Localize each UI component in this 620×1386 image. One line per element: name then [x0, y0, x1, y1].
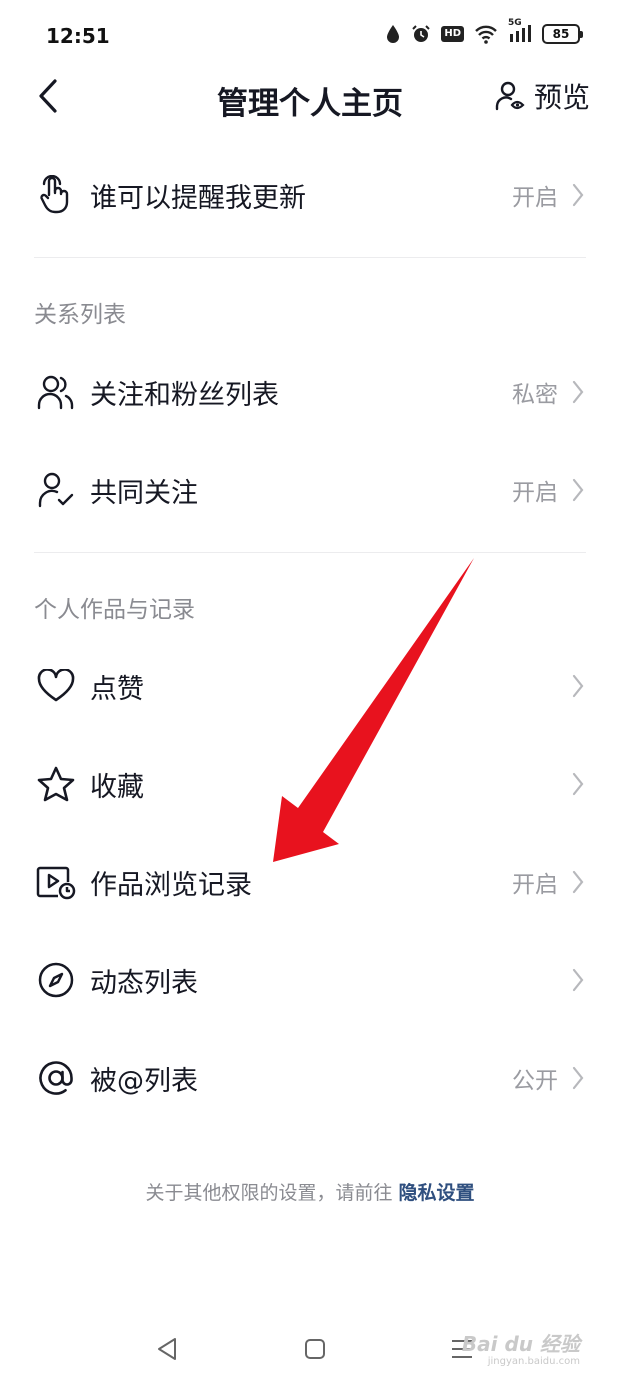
row-value: 私密: [512, 382, 558, 408]
user-check-icon: [36, 470, 76, 510]
section-header-relations: 关系列表: [34, 302, 126, 328]
signal-icon: 5G: [508, 18, 532, 44]
setting-row-moments[interactable]: 动态列表: [0, 931, 620, 1029]
row-label: 共同关注: [90, 477, 198, 509]
preview-button[interactable]: 预览: [494, 74, 590, 118]
video-history-icon: [36, 862, 76, 902]
nav-back-button[interactable]: [150, 1332, 184, 1366]
square-home-icon: [305, 1339, 325, 1359]
chevron-right-icon: [570, 476, 586, 504]
row-value: 开启: [512, 480, 558, 506]
row-label: 被@列表: [90, 1065, 198, 1097]
users-icon: [36, 372, 76, 412]
preview-label: 预览: [533, 81, 590, 114]
chevron-right-icon: [570, 378, 586, 406]
row-label: 谁可以提醒我更新: [90, 182, 306, 214]
setting-row-remind-update[interactable]: 谁可以提醒我更新 开启: [0, 146, 620, 244]
row-label: 收藏: [90, 771, 144, 803]
compass-icon: [36, 960, 76, 1000]
tap-finger-icon: [36, 175, 76, 215]
system-nav-bar: Bai du 经验 jingyan.baidu.com: [0, 1310, 620, 1386]
chevron-right-icon: [570, 181, 586, 209]
row-label: 作品浏览记录: [90, 869, 252, 901]
divider: [34, 257, 586, 258]
row-label: 动态列表: [90, 967, 198, 999]
wifi-icon: [474, 24, 498, 44]
row-value: 公开: [512, 1068, 558, 1094]
privacy-settings-link[interactable]: 隐私设置: [399, 1182, 475, 1204]
nav-home-button[interactable]: [298, 1332, 332, 1366]
chevron-right-icon: [570, 770, 586, 798]
user-eye-icon: [495, 81, 525, 111]
hd-badge: HD: [441, 26, 464, 42]
setting-row-mutual-follow[interactable]: 共同关注 开启: [0, 441, 620, 539]
alarm-icon: [411, 24, 431, 44]
battery-indicator: 85: [542, 24, 583, 44]
setting-row-follow-fans[interactable]: 关注和粉丝列表 私密: [0, 343, 620, 441]
footer-text: 关于其他权限的设置，请前往: [145, 1182, 393, 1204]
divider: [34, 552, 586, 553]
triangle-back-icon: [158, 1338, 176, 1360]
watermark-logo: Bai du 经验: [461, 1332, 580, 1356]
setting-row-view-history[interactable]: 作品浏览记录 开启: [0, 833, 620, 931]
chevron-right-icon: [570, 1064, 586, 1092]
chevron-right-icon: [570, 868, 586, 896]
row-label: 点赞: [90, 673, 144, 705]
row-value: 开启: [512, 185, 558, 211]
status-time: 12:51: [46, 24, 110, 48]
section-header-works: 个人作品与记录: [34, 597, 195, 623]
droplet-icon: [385, 24, 401, 44]
status-icons: HD 5G 85: [385, 18, 583, 44]
setting-row-likes[interactable]: 点赞: [0, 637, 620, 735]
setting-row-favorites[interactable]: 收藏: [0, 735, 620, 833]
footer-note: 关于其他权限的设置，请前往 隐私设置: [0, 1178, 620, 1205]
heart-icon: [36, 666, 76, 706]
row-value: 开启: [512, 872, 558, 898]
watermark-url: jingyan.baidu.com: [487, 1356, 580, 1367]
chevron-right-icon: [570, 966, 586, 994]
chevron-right-icon: [570, 672, 586, 700]
nav-bar: 管理个人主页 预览: [0, 68, 620, 124]
status-bar: 12:51 HD 5G 85: [0, 0, 620, 72]
setting-row-mentions[interactable]: 被@列表 公开: [0, 1029, 620, 1127]
star-icon: [36, 764, 76, 804]
at-icon: [36, 1058, 76, 1098]
row-label: 关注和粉丝列表: [90, 379, 279, 411]
